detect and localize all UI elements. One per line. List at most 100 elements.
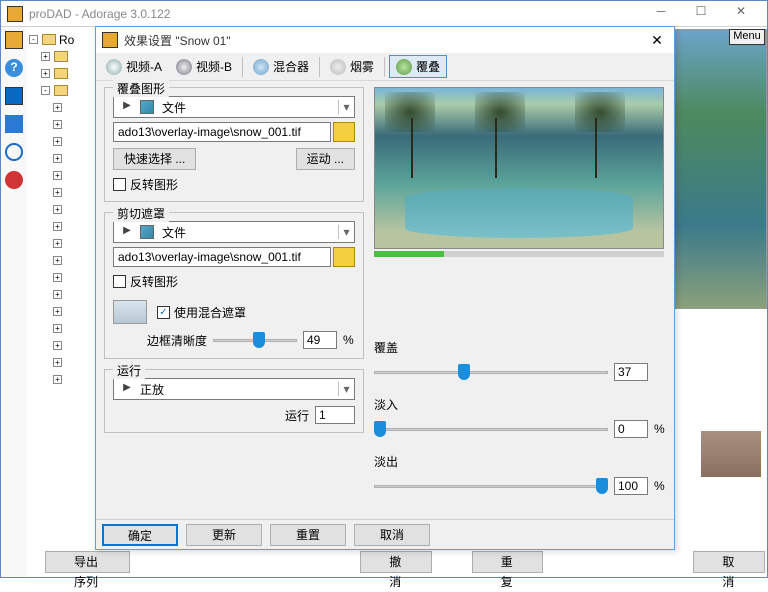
chevron-right-icon: ▶ <box>118 382 136 396</box>
dialog-titlebar[interactable]: 效果设置 "Snow 01" ✕ <box>96 27 674 53</box>
tool-icon-1[interactable] <box>5 31 23 49</box>
tree-expand-icon[interactable]: + <box>53 290 62 299</box>
tree-root-label[interactable]: Ro <box>59 33 74 47</box>
tree-expand-icon[interactable]: + <box>53 239 62 248</box>
close-button[interactable]: ✕ <box>721 4 761 24</box>
folder-icon[interactable] <box>54 85 68 96</box>
chevron-down-icon[interactable]: ▾ <box>338 100 354 114</box>
dialog-footer: 确定 更新 重置 取消 <box>96 519 674 549</box>
tab-overlay[interactable]: 覆叠 <box>389 55 447 78</box>
invert-mask-label: 反转图形 <box>130 273 178 290</box>
edge-label: 边框清晰度 <box>147 332 207 349</box>
undo-button[interactable]: 撤消 <box>360 551 432 573</box>
chevron-down-icon[interactable]: ▾ <box>338 225 354 239</box>
left-toolbar: ? <box>1 27 27 577</box>
tree-collapse-icon[interactable]: - <box>41 86 50 95</box>
use-blend-checkbox[interactable]: ✓ <box>157 306 170 319</box>
invert-shape-checkbox[interactable] <box>113 178 126 191</box>
motion-button[interactable]: 运动 ... <box>296 148 355 170</box>
cancel-button[interactable]: 取消 <box>693 551 765 573</box>
fadein-input[interactable]: 0 <box>614 420 648 438</box>
overlay-path-input[interactable]: ado13\overlay-image\snow_001.tif <box>113 122 331 142</box>
tree-expand-icon[interactable]: + <box>53 103 62 112</box>
invert-shape-label: 反转图形 <box>130 176 178 193</box>
run-title: 运行 <box>113 362 145 379</box>
preview-progress <box>374 251 664 257</box>
tree-expand-icon[interactable]: + <box>53 358 62 367</box>
tree-expand-icon[interactable]: + <box>53 341 62 350</box>
tree-collapse-icon[interactable]: - <box>29 35 38 44</box>
close-icon[interactable]: ✕ <box>646 32 668 49</box>
overlay-amount-slider[interactable] <box>374 362 608 382</box>
folder-icon[interactable] <box>54 51 68 62</box>
gear-icon[interactable] <box>5 143 23 161</box>
menu-button[interactable]: Menu <box>729 29 765 45</box>
fadein-slider[interactable] <box>374 419 608 439</box>
tab-video-a[interactable]: 视频-A <box>100 56 168 77</box>
folder-icon[interactable] <box>54 68 68 79</box>
quick-select-button[interactable]: 快速选择 ... <box>113 148 196 170</box>
use-blend-label: 使用混合遮罩 <box>174 304 246 321</box>
chevron-right-icon: ▶ <box>118 225 136 239</box>
tree-expand-icon[interactable]: + <box>53 273 62 282</box>
run-mode-combo[interactable]: ▶ 正放 ▾ <box>113 378 355 400</box>
dialog-tabbar: 视频-A 视频-B 混合器 烟雾 覆叠 <box>96 53 674 81</box>
tab-smoke[interactable]: 烟雾 <box>324 56 380 77</box>
bars-icon[interactable] <box>5 115 23 133</box>
dialog-title: 效果设置 "Snow 01" <box>124 32 646 49</box>
tree-expand-icon[interactable]: + <box>53 188 62 197</box>
mask-path-input[interactable]: ado13\overlay-image\snow_001.tif <box>113 247 331 267</box>
mixer-icon <box>253 59 269 75</box>
separator <box>242 57 243 77</box>
tree-expand-icon[interactable]: + <box>53 171 62 180</box>
mask-file-combo[interactable]: ▶ 文件 ▾ <box>113 221 355 243</box>
tab-video-b[interactable]: 视频-B <box>170 56 238 77</box>
tree-expand-icon[interactable]: + <box>53 120 62 129</box>
redo-button[interactable]: 重复 <box>472 551 544 573</box>
clip-mask-title: 剪切遮罩 <box>113 205 169 222</box>
reset-button[interactable]: 重置 <box>270 524 346 546</box>
tree-expand-icon[interactable]: + <box>53 205 62 214</box>
tree-panel: -Ro + + - + + + + + + + + + + + + + + + … <box>27 27 93 577</box>
dialog-cancel-button[interactable]: 取消 <box>354 524 430 546</box>
invert-mask-checkbox[interactable] <box>113 275 126 288</box>
browse-folder-button[interactable] <box>333 247 355 267</box>
tree-expand-icon[interactable]: + <box>41 69 50 78</box>
fadeout-slider[interactable] <box>374 476 608 496</box>
screen-icon[interactable] <box>5 87 23 105</box>
fadeout-input[interactable]: 100 <box>614 477 648 495</box>
update-button[interactable]: 更新 <box>186 524 262 546</box>
export-button[interactable]: 导出序列 <box>45 551 130 573</box>
clip-mask-group: 剪切遮罩 ▶ 文件 ▾ ado13\overlay-image\snow_001… <box>104 212 364 359</box>
record-icon[interactable] <box>5 171 23 189</box>
folder-icon[interactable] <box>42 34 56 45</box>
file-type-icon <box>140 225 154 239</box>
tree-expand-icon[interactable]: + <box>53 324 62 333</box>
tree-expand-icon[interactable]: + <box>53 222 62 231</box>
edge-slider[interactable] <box>213 330 297 350</box>
tree-expand-icon[interactable]: + <box>53 154 62 163</box>
tree-expand-icon[interactable]: + <box>53 256 62 265</box>
chevron-down-icon[interactable]: ▾ <box>338 382 354 396</box>
thumbnail[interactable] <box>701 431 761 477</box>
fadeout-slider-label: 淡出 <box>374 453 666 470</box>
tree-expand-icon[interactable]: + <box>53 375 62 384</box>
effect-preview <box>374 87 664 249</box>
help-icon[interactable]: ? <box>5 59 23 77</box>
smoke-icon <box>330 59 346 75</box>
tree-expand-icon[interactable]: + <box>53 137 62 146</box>
main-bottom-bar: 导出序列 撤消 重复 取消 <box>25 551 765 575</box>
run-count-label: 运行 <box>285 407 309 424</box>
tree-expand-icon[interactable]: + <box>53 307 62 316</box>
tree-expand-icon[interactable]: + <box>41 52 50 61</box>
tab-mixer[interactable]: 混合器 <box>247 56 315 77</box>
ok-button[interactable]: 确定 <box>102 524 178 546</box>
edge-value-input[interactable]: 49 <box>303 331 337 349</box>
maximize-button[interactable]: ☐ <box>681 4 721 24</box>
browse-folder-button[interactable] <box>333 122 355 142</box>
overlay-amount-input[interactable]: 37 <box>614 363 648 381</box>
file-type-icon <box>140 100 154 114</box>
run-count-input[interactable]: 1 <box>315 406 355 424</box>
overlay-file-combo[interactable]: ▶ 文件 ▾ <box>113 96 355 118</box>
minimize-button[interactable]: ─ <box>641 4 681 24</box>
